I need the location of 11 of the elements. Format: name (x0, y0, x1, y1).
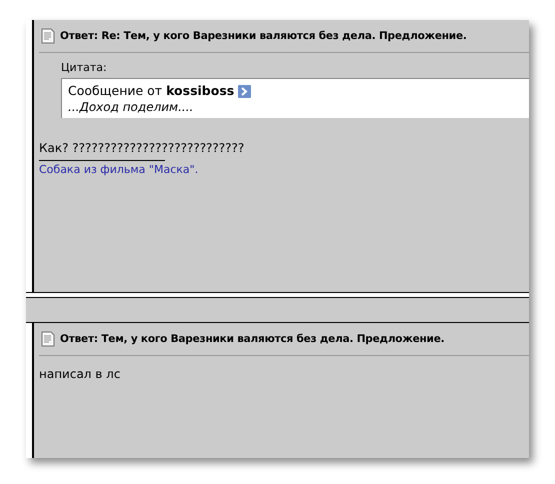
post-title: Ответ: Тем, у кого Варезники валяются без дела. Предложение. (60, 333, 444, 345)
quote-source: Сообщение от kossiboss (68, 83, 234, 99)
quote-text: ...Доход поделим.... (68, 99, 194, 115)
post-text: написал в лс (39, 366, 122, 382)
post-title: Ответ: Re: Тем, у кого Варезники валяются без дела. Предложение. (60, 30, 467, 42)
document-icon (41, 28, 55, 44)
document-icon (41, 331, 55, 347)
post-text: Как? ??????????????????????????? (39, 140, 246, 156)
quote-label: Цитата: (61, 61, 108, 75)
chevron-icon[interactable] (238, 84, 252, 98)
signature-text: Собака из фильма "Маска". (39, 163, 200, 177)
